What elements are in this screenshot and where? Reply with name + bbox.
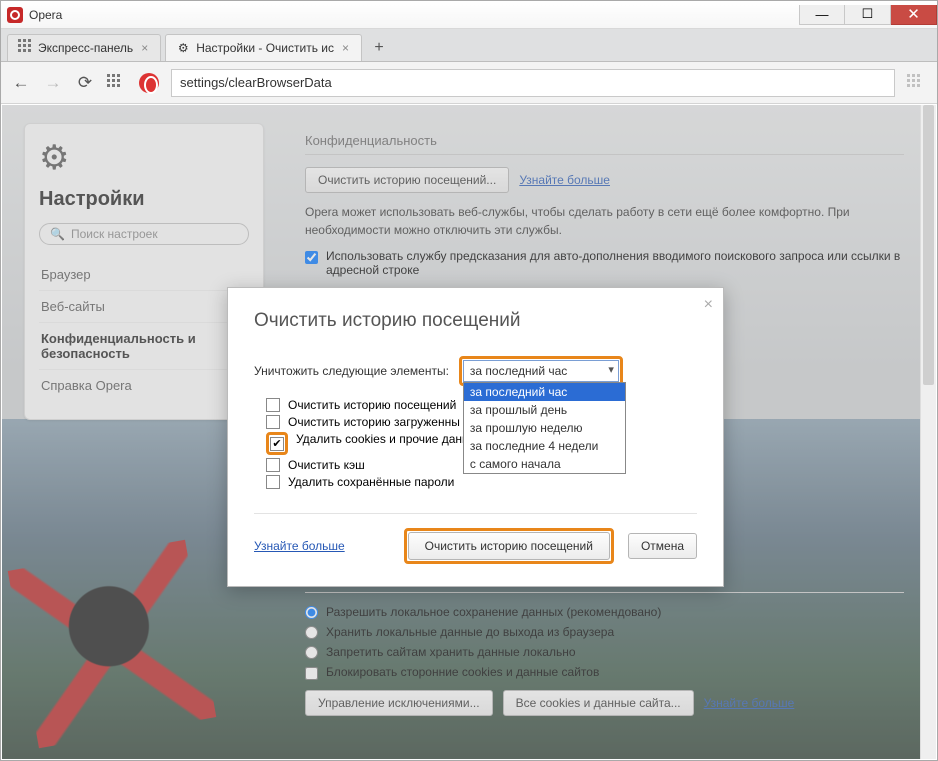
- cookies-chk-highlight: ✔: [266, 432, 288, 455]
- period-option[interactable]: за последний час: [464, 383, 625, 401]
- tab-speed-dial[interactable]: Экспресс-панель ×: [7, 34, 161, 61]
- maximize-button[interactable]: ☐: [845, 5, 891, 25]
- checkbox-icon[interactable]: [266, 458, 280, 472]
- speed-dial-button[interactable]: [107, 74, 127, 92]
- tab-label: Настройки - Очистить ис: [196, 41, 334, 55]
- checkbox-icon[interactable]: [266, 415, 280, 429]
- checkbox-icon[interactable]: [266, 398, 280, 412]
- toolbar: ← → ⟳ settings/clearBrowserData: [1, 62, 937, 104]
- browser-window: Opera — ☐ ✕ Экспресс-панель × ⚙ Настройк…: [0, 0, 938, 761]
- period-option[interactable]: за последние 4 недели: [464, 437, 625, 455]
- url-text: settings/clearBrowserData: [180, 75, 332, 90]
- period-dropdown: за последний час за прошлый день за прош…: [463, 382, 626, 474]
- chk-passwords-row[interactable]: Удалить сохранённые пароли: [266, 475, 697, 489]
- extensions-button[interactable]: [907, 74, 927, 92]
- content-viewport: ⚙ Настройки 🔍 Поиск настроек Браузер Веб…: [2, 105, 936, 759]
- close-tab-icon[interactable]: ×: [340, 41, 351, 55]
- dialog-footer: Узнайте больше Очистить историю посещени…: [254, 513, 697, 564]
- period-option[interactable]: с самого начала: [464, 455, 625, 473]
- period-option[interactable]: за прошлую неделю: [464, 419, 625, 437]
- window-title: Opera: [29, 8, 62, 22]
- new-tab-button[interactable]: +: [366, 35, 392, 61]
- back-button[interactable]: ←: [11, 73, 31, 93]
- confirm-clear-button[interactable]: Очистить историю посещений: [408, 532, 610, 560]
- period-highlight: за последний час за последний час за про…: [459, 356, 623, 386]
- scroll-thumb[interactable]: [923, 105, 934, 385]
- dialog-title: Очистить историю посещений: [254, 310, 697, 332]
- reload-button[interactable]: ⟳: [75, 73, 95, 93]
- minimize-button[interactable]: —: [799, 5, 845, 25]
- cancel-button[interactable]: Отмена: [628, 533, 697, 559]
- gear-icon: ⚙: [176, 41, 190, 55]
- close-tab-icon[interactable]: ×: [139, 41, 150, 55]
- forward-button[interactable]: →: [43, 73, 63, 93]
- window-controls: — ☐ ✕: [799, 5, 937, 25]
- dialog-learn-more-link[interactable]: Узнайте больше: [254, 539, 345, 553]
- tab-strip: Экспресс-панель × ⚙ Настройки - Очистить…: [1, 29, 937, 62]
- clear-history-dialog: × Очистить историю посещений Уничтожить …: [227, 287, 724, 587]
- close-button[interactable]: ✕: [891, 5, 937, 25]
- opera-icon: [139, 73, 159, 93]
- checkbox-icon[interactable]: ✔: [270, 437, 284, 451]
- opera-app-icon: [7, 7, 23, 23]
- confirm-highlight: Очистить историю посещений: [404, 528, 614, 564]
- tab-settings[interactable]: ⚙ Настройки - Очистить ис ×: [165, 34, 362, 61]
- checkbox-icon[interactable]: [266, 475, 280, 489]
- vertical-scrollbar[interactable]: [920, 105, 936, 759]
- grid-icon: [18, 41, 32, 55]
- titlebar: Opera — ☐ ✕: [1, 1, 937, 29]
- period-option[interactable]: за прошлый день: [464, 401, 625, 419]
- period-select[interactable]: за последний час: [463, 360, 619, 382]
- destroy-label: Уничтожить следующие элементы:: [254, 364, 449, 378]
- close-dialog-icon[interactable]: ×: [704, 296, 713, 314]
- tab-label: Экспресс-панель: [38, 41, 133, 55]
- address-bar[interactable]: settings/clearBrowserData: [171, 69, 895, 97]
